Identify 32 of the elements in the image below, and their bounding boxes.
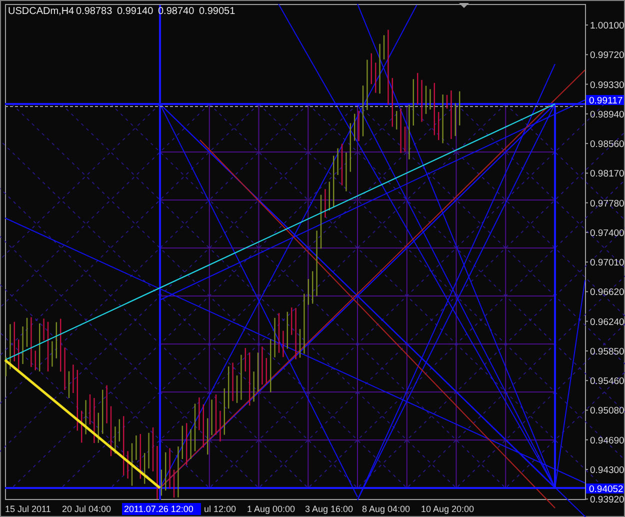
price-tick-label: 0.95850	[590, 346, 624, 358]
triangle-icon[interactable]	[459, 3, 469, 8]
time-tick-label: 3 Aug 16:00	[305, 504, 354, 514]
price-tick-label: 0.95460	[590, 376, 624, 388]
time-tick-label: 10 Aug 20:00	[421, 504, 474, 514]
price-tick-label: 0.97400	[590, 228, 624, 239]
ohlc-value: 0.98783	[76, 6, 112, 17]
price-tick-label: 0.94300	[590, 464, 624, 476]
price-tick-label: 0.98940	[590, 109, 624, 120]
time-tick-label: 1 Aug 00:00	[247, 504, 296, 514]
symbol-label: USDCADm,H4	[8, 6, 74, 17]
price-tick-label: 0.97010	[590, 258, 624, 269]
price-marker: 0.94052	[586, 484, 624, 495]
price-tick-label: 0.97780	[590, 198, 624, 210]
ohlc-value: 0.99051	[199, 6, 236, 17]
price-tick-label: 0.98170	[590, 168, 624, 180]
price-marker: 0.99117	[586, 95, 624, 106]
price-tick-label: 1.00100	[590, 20, 624, 32]
price-tick-label: 0.98560	[590, 139, 624, 150]
price-tick-label: 0.93920	[590, 494, 624, 506]
time-tick-label: 8 Aug 04:00	[362, 504, 410, 514]
time-tick-label: ul 12:00	[204, 504, 236, 514]
time-tick-label: 15 Jul 2011	[5, 504, 51, 514]
time-marker: 2011.07.26 12:00	[122, 503, 201, 515]
price-tick-label: 0.99330	[590, 80, 624, 91]
time-tick-label: 20 Jul 04:00	[62, 504, 112, 514]
price-tick-label: 0.99720	[590, 50, 624, 62]
price-tick-label: 0.96620	[590, 287, 624, 298]
price-tick-label: 0.96240	[590, 316, 624, 328]
ohlc-value: 0.99140	[117, 6, 154, 17]
price-tick-label: 0.94690	[590, 435, 624, 446]
price-tick-label: 0.95080	[590, 406, 624, 417]
